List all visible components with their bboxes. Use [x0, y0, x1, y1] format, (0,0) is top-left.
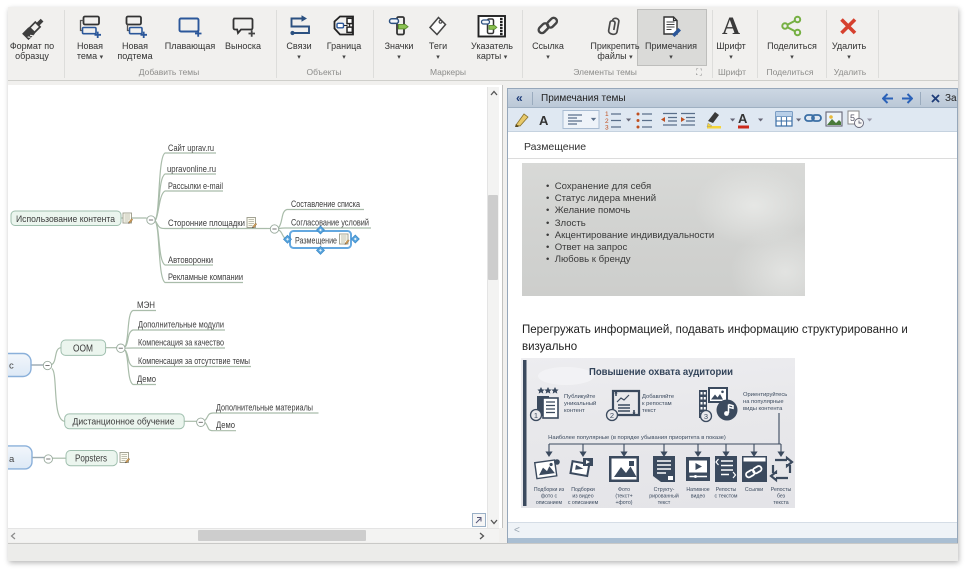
- svg-text:Демо: Демо: [137, 374, 156, 384]
- svg-text:Ссылки: Ссылки: [745, 487, 763, 493]
- svg-text:Репосты: Репосты: [771, 487, 792, 493]
- svg-text:Фото: Фото: [618, 487, 630, 493]
- svg-text:Согласование условий: Согласование условий: [291, 218, 369, 229]
- svg-text:Компенсация за качество: Компенсация за качество: [138, 338, 224, 348]
- svg-text:Рекламные компании: Рекламные компании: [168, 272, 243, 283]
- svg-text:Нативное: Нативное: [686, 487, 709, 493]
- svg-text:3: 3: [605, 125, 609, 132]
- svg-text:с описанием: с описанием: [568, 500, 599, 506]
- svg-text:+фото): +фото): [616, 500, 633, 506]
- svg-text:уникальный: уникальный: [564, 400, 596, 407]
- svg-text:2: 2: [610, 411, 614, 420]
- svg-text:виды контента: виды контента: [743, 406, 783, 412]
- svg-text:Автоворонки: Автоворонки: [168, 255, 213, 266]
- svg-text:описанием: описанием: [536, 500, 563, 506]
- svg-text:(текст+: (текст+: [615, 494, 632, 500]
- svg-text:Popsters: Popsters: [75, 454, 107, 465]
- svg-text:текст: текст: [658, 500, 671, 506]
- svg-text:Публикуйте: Публикуйте: [564, 393, 595, 400]
- svg-text:без: без: [777, 494, 786, 500]
- svg-text:Подборки: Подборки: [571, 487, 595, 493]
- svg-text:A: A: [738, 111, 748, 126]
- svg-text:Дистанционное обучение: Дистанционное обучение: [73, 417, 175, 428]
- svg-text:upravonline.ru: upravonline.ru: [167, 164, 216, 175]
- svg-text:текста: текста: [773, 500, 788, 506]
- svg-text:3: 3: [704, 412, 708, 421]
- svg-text:рированный: рированный: [649, 493, 679, 500]
- svg-text:ООМ: ООМ: [73, 343, 93, 354]
- svg-text:с: с: [9, 361, 14, 372]
- svg-text:из видео: из видео: [572, 494, 593, 500]
- svg-text:Демо: Демо: [216, 420, 235, 430]
- svg-text:а: а: [9, 454, 15, 465]
- svg-text:5: 5: [850, 113, 855, 123]
- svg-text:1: 1: [534, 411, 538, 420]
- svg-text:видео: видео: [691, 494, 706, 500]
- svg-text:A: A: [539, 113, 549, 128]
- svg-text:Дополнительные материалы: Дополнительные материалы: [216, 403, 313, 413]
- svg-text:Ориентируйтесь: Ориентируйтесь: [743, 391, 787, 398]
- svg-text:Подборки из: Подборки из: [534, 487, 565, 493]
- svg-text:Сайт uprav.ru: Сайт uprav.ru: [168, 143, 214, 154]
- svg-text:Размещение: Размещение: [295, 236, 337, 247]
- svg-text:Добавляйте: Добавляйте: [642, 393, 674, 400]
- svg-text:Структу-: Структу-: [654, 487, 675, 493]
- svg-text:к репостам: к репостам: [642, 401, 672, 407]
- svg-text:Репосты: Репосты: [716, 487, 737, 493]
- svg-text:контент: контент: [564, 408, 585, 414]
- svg-text:Рассылки e-mail: Рассылки e-mail: [168, 181, 223, 192]
- svg-text:на популярные: на популярные: [743, 399, 784, 405]
- svg-text:Наиболее популярные (в порядке: Наиболее популярные (в порядке убывания …: [548, 435, 726, 441]
- svg-text:текст: текст: [642, 408, 656, 414]
- svg-text:1: 1: [605, 111, 609, 118]
- svg-text:Составление списка: Составление списка: [291, 199, 360, 210]
- svg-text:Повышение охвата аудитории: Повышение охвата аудитории: [589, 366, 733, 378]
- svg-text:МЭН: МЭН: [137, 300, 155, 310]
- svg-text:Дополнительные модули: Дополнительные модули: [138, 320, 224, 330]
- svg-text:с текстом: с текстом: [715, 494, 738, 500]
- svg-text:фото с: фото с: [541, 494, 558, 500]
- svg-text:Использование контента: Использование контента: [16, 214, 116, 225]
- svg-text:Сторонние площадки: Сторонние площадки: [168, 218, 245, 229]
- svg-text:Компенсация за отсутствие темы: Компенсация за отсутствие темы: [138, 356, 250, 366]
